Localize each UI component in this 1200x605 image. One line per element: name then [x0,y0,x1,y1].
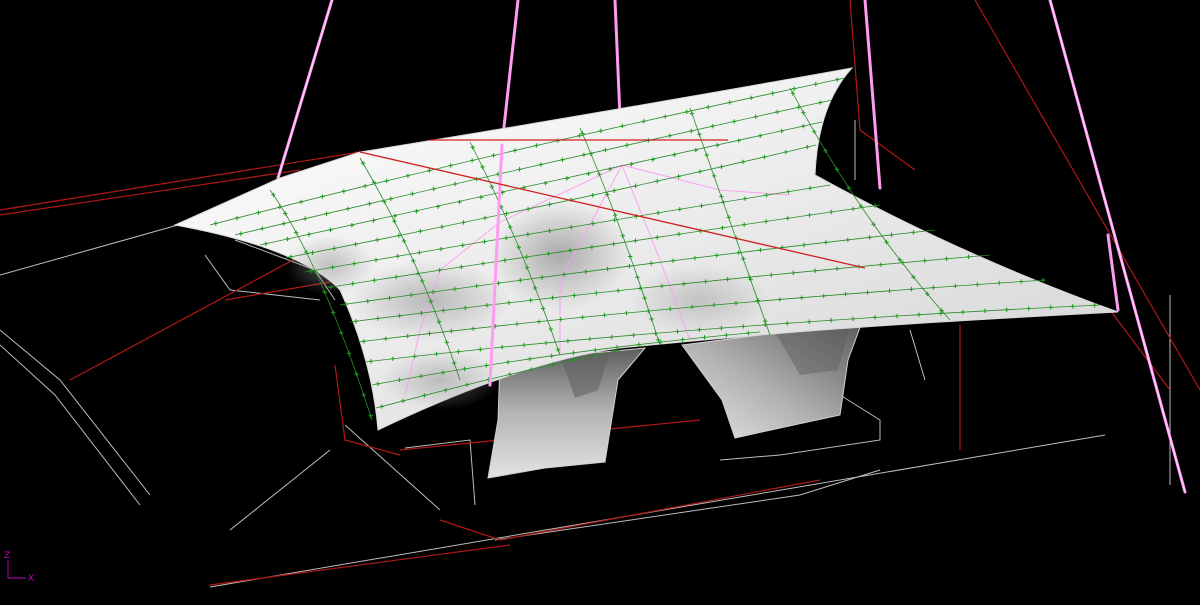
axis-x-label: X [28,574,34,584]
3d-viewport[interactable]: Z X [0,0,1200,605]
axis-y-label: Z [4,551,10,561]
shade-patch [285,235,375,295]
